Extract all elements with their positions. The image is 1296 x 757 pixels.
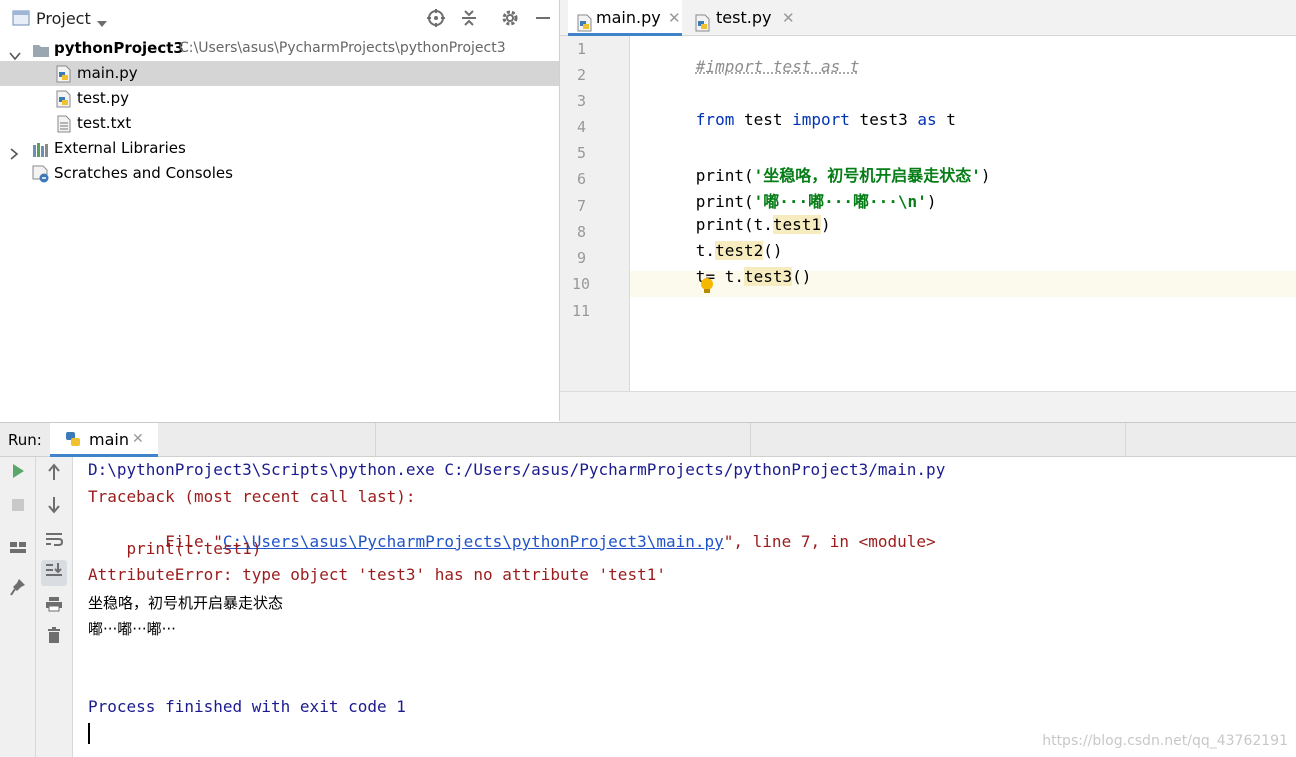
tree-item-label: test.txt	[77, 114, 132, 132]
identifier: test	[734, 110, 793, 129]
code-line-3: from test import test3 as t	[638, 91, 956, 148]
python-icon	[64, 430, 82, 452]
gear-icon[interactable]	[501, 9, 519, 31]
line-number: 3	[576, 92, 586, 110]
divider	[1125, 423, 1126, 456]
scroll-to-end-icon[interactable]	[41, 560, 67, 586]
tab-label: test.py	[716, 8, 772, 27]
divider	[750, 423, 751, 456]
line-number: 7	[576, 197, 586, 215]
run-panel: Run: main ✕ D:\pythonProject3\Scripts\py…	[0, 422, 1296, 757]
line-number: 9	[576, 249, 586, 267]
line-number: 8	[576, 223, 586, 241]
console-code-line: print(t.test1)	[88, 539, 262, 558]
run-label: Run:	[8, 431, 42, 449]
keyword: from	[695, 110, 735, 129]
console-output-line: 嘟···嘟···嘟···	[88, 620, 176, 638]
watermark: https://blog.csdn.net/qq_43762191	[1042, 733, 1288, 749]
project-panel: Project pythonProject3 C:\Users\asus\Pyc…	[0, 0, 560, 421]
stop-icon[interactable]	[5, 494, 31, 520]
line-number: 10	[571, 275, 590, 293]
tree-item-label: External Libraries	[54, 139, 186, 157]
text-cursor	[88, 723, 90, 744]
hide-panel-icon[interactable]	[535, 9, 551, 31]
file-link[interactable]: C:\Users\asus\PycharmProjects\pythonProj…	[223, 532, 724, 551]
close-icon[interactable]: ✕	[668, 0, 681, 36]
identifier: t	[936, 110, 956, 129]
trash-icon[interactable]	[41, 625, 67, 651]
code-line-1: #import test as t	[638, 38, 860, 95]
line-number: 11	[571, 302, 590, 320]
line-number-gutter: 1 2 3 4 5 6 7 8 9 10 11	[560, 36, 630, 391]
arrow-up-icon[interactable]	[41, 463, 67, 489]
unresolved-attribute[interactable]: test3	[743, 267, 793, 286]
close-icon[interactable]: ✕	[132, 431, 144, 447]
tree-item-project-root[interactable]: pythonProject3 C:\Users\asus\PycharmProj…	[0, 36, 559, 61]
tree-item-external-libraries[interactable]: External Libraries	[0, 136, 559, 161]
close-icon[interactable]: ✕	[782, 0, 795, 36]
rerun-icon[interactable]	[5, 461, 31, 487]
layout-icon[interactable]	[5, 536, 31, 562]
run-panel-header: Run: main ✕	[0, 423, 1296, 457]
project-root-path: C:\Users\asus\PycharmProjects\pythonProj…	[179, 40, 506, 56]
console-command: D:\pythonProject3\Scripts\python.exe C:/…	[88, 460, 946, 479]
tab-label: main.py	[596, 8, 661, 27]
line-number: 2	[576, 66, 586, 84]
soft-wrap-icon[interactable]	[41, 529, 67, 555]
code-editor[interactable]: #import test as t from test import test3…	[630, 36, 1296, 391]
console-traceback: Traceback (most recent call last):	[88, 487, 416, 506]
collapse-all-icon[interactable]	[460, 9, 478, 31]
keyword: as	[917, 110, 937, 129]
keyword: import	[792, 110, 850, 129]
comment-text: #import test as t	[695, 57, 860, 76]
console-output-line: 坐稳咯，初号机开启暴走状态	[88, 594, 284, 612]
tree-item-scratches[interactable]: Scratches and Consoles	[0, 161, 559, 186]
run-tab-label: main	[89, 430, 129, 449]
code-text: )	[926, 192, 937, 211]
code-text: )	[821, 215, 831, 234]
run-toolbar-secondary	[36, 457, 73, 757]
line-number: 4	[576, 118, 586, 136]
line-number: 6	[576, 170, 586, 188]
arrow-down-icon[interactable]	[41, 496, 67, 522]
locate-icon[interactable]	[427, 9, 445, 31]
tab-test-py[interactable]: test.py ✕	[686, 0, 795, 36]
divider	[375, 423, 376, 456]
tree-item-label: Scratches and Consoles	[54, 164, 233, 182]
print-icon[interactable]	[41, 594, 67, 620]
tree-item-main-py[interactable]: main.py	[0, 61, 559, 86]
identifier: test3	[849, 110, 918, 129]
run-toolbar-primary	[0, 457, 36, 757]
scratches-icon	[32, 165, 50, 191]
tree-item-label: test.py	[77, 89, 129, 107]
console-exit-status: Process finished with exit code 1	[88, 697, 406, 716]
run-tab-main[interactable]: main ✕	[50, 423, 158, 457]
tree-item-test-py[interactable]: test.py	[0, 86, 559, 111]
editor: main.py ✕ test.py ✕ 1 2 3 4 5 6 7 8 9 10…	[560, 0, 1296, 422]
tree-item-label: main.py	[77, 64, 138, 82]
editor-tab-bar: main.py ✕ test.py ✕	[560, 0, 1296, 36]
project-panel-header: Project	[0, 0, 559, 36]
chevron-down-icon[interactable]	[96, 14, 108, 32]
console-error: AttributeError: type object 'test3' has …	[88, 565, 666, 584]
tab-main-py[interactable]: main.py ✕	[568, 0, 682, 36]
console-output[interactable]: D:\pythonProject3\Scripts\python.exe C:/…	[73, 457, 1296, 757]
line-number: 1	[576, 40, 586, 58]
pin-icon[interactable]	[5, 578, 31, 604]
code-text: ()	[792, 267, 812, 286]
project-root-label: pythonProject3	[54, 39, 184, 57]
code-line-9: t = t.test3()	[638, 248, 811, 305]
project-view-title[interactable]: Project	[36, 9, 91, 28]
project-view-icon	[12, 10, 30, 30]
code-text: )	[980, 166, 991, 185]
editor-breadcrumb-bar	[560, 391, 1296, 422]
tree-item-test-txt[interactable]: test.txt	[0, 111, 559, 136]
console-text: ", line 7, in <module>	[723, 532, 936, 551]
line-number: 5	[576, 144, 586, 162]
